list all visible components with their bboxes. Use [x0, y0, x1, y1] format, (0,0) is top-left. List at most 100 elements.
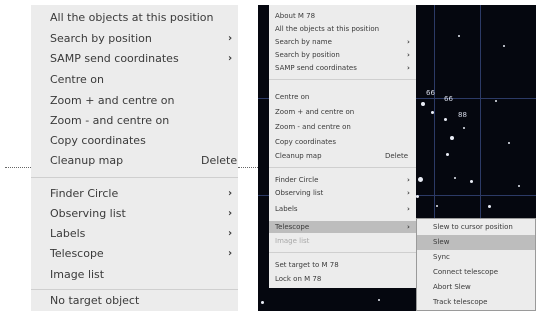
menu-separator: [31, 289, 238, 290]
menu-item-search-by-name[interactable]: Search by name ›: [269, 36, 416, 48]
menu-item-label: SAMP send coordinates: [275, 64, 357, 72]
menu-item-label: Connect telescope: [433, 268, 498, 276]
submenu-arrow-icon: ›: [407, 176, 410, 184]
menu-item-label: Search by position: [275, 51, 340, 59]
star: [431, 111, 434, 114]
submenu-arrow-icon: ›: [407, 189, 410, 197]
menu-item-search-by-position[interactable]: Search by position ›: [31, 29, 238, 49]
menu-item-label: SAMP send coordinates: [50, 52, 179, 65]
star: [446, 153, 449, 156]
submenu-arrow-icon: ›: [228, 248, 233, 259]
menu-item-label: Centre on: [50, 73, 104, 86]
menu-item-no-target[interactable]: No target object: [31, 291, 238, 311]
menu-item-label: All the objects at this position: [275, 25, 380, 33]
menu-item-samp-send[interactable]: SAMP send coordinates ›: [269, 62, 416, 74]
sky-object-label: 66: [444, 95, 453, 103]
menu-item-slew[interactable]: Slew: [417, 235, 535, 250]
menu-item-cleanup-map[interactable]: Cleanup map Delete: [269, 150, 416, 162]
menu-item-zoom-in-centre[interactable]: Zoom + and centre on: [31, 91, 238, 111]
menu-item-zoom-in-centre[interactable]: Zoom + and centre on: [269, 106, 416, 118]
menu-item-slew-to-cursor[interactable]: Slew to cursor position: [417, 220, 535, 235]
menu-item-telescope[interactable]: Telescope ›: [269, 221, 416, 233]
menu-item-zoom-out-centre[interactable]: Zoom - and centre on: [269, 121, 416, 133]
star: [508, 142, 510, 144]
star: [463, 127, 465, 129]
menu-item-observing-list[interactable]: Observing list ›: [31, 204, 238, 224]
menu-item-label: Search by name: [275, 38, 332, 46]
menu-item-labels[interactable]: Labels ›: [269, 203, 416, 215]
menu-separator: [31, 177, 238, 178]
context-menu-sky: About M 78 All the objects at this posit…: [269, 5, 416, 288]
menu-item-label: Labels: [275, 205, 298, 213]
menu-item-label: Slew to cursor position: [433, 223, 513, 231]
menu-item-label: Cleanup map: [50, 154, 124, 167]
star: [436, 205, 438, 207]
menu-item-label: Copy coordinates: [50, 134, 146, 147]
star: [450, 136, 454, 140]
menu-item-label: Sync: [433, 253, 450, 261]
menu-item-label: Track telescope: [433, 298, 488, 306]
menu-item-label: Zoom + and centre on: [275, 108, 355, 116]
shortcut-label: Delete: [201, 154, 238, 167]
menu-item-connect-telescope[interactable]: Connect telescope: [417, 265, 535, 280]
submenu-arrow-icon: ›: [228, 53, 233, 64]
menu-item-samp-send[interactable]: SAMP send coordinates ›: [31, 49, 238, 69]
menu-item-label: No target object: [50, 294, 140, 307]
menu-item-label: All the objects at this position: [50, 11, 214, 24]
menu-item-label: Abort Slew: [433, 283, 471, 291]
menu-item-label: Image list: [275, 237, 310, 245]
dotted-connector: [238, 167, 258, 168]
menu-item-centre-on[interactable]: Centre on: [31, 70, 238, 90]
menu-item-label: Finder Circle: [275, 176, 319, 184]
submenu-arrow-icon: ›: [407, 223, 410, 231]
menu-separator: [269, 167, 416, 168]
shortcut-label: Delete: [385, 152, 408, 160]
menu-item-finder-circle[interactable]: Finder Circle ›: [31, 184, 238, 204]
menu-item-finder-circle[interactable]: Finder Circle ›: [269, 174, 416, 186]
menu-item-label: Observing list: [275, 189, 324, 197]
star: [418, 177, 423, 182]
menu-item-sync[interactable]: Sync: [417, 250, 535, 265]
dotted-connector: [5, 167, 31, 168]
menu-item-observing-list[interactable]: Observing list ›: [269, 187, 416, 199]
menu-separator: [269, 79, 416, 80]
menu-item-centre-on[interactable]: Centre on: [269, 91, 416, 103]
menu-item-label: Finder Circle: [50, 187, 119, 200]
menu-item-telescope[interactable]: Telescope ›: [31, 244, 238, 264]
menu-item-label: About M 78: [275, 12, 316, 20]
star: [488, 205, 491, 208]
context-menu-left: All the objects at this position Search …: [31, 5, 238, 311]
menu-item-track-telescope[interactable]: Track telescope: [417, 295, 535, 310]
sky-object-label: 66: [426, 89, 435, 97]
menu-item-label: Zoom - and centre on: [50, 114, 170, 127]
menu-item-zoom-out-centre[interactable]: Zoom - and centre on: [31, 111, 238, 131]
menu-item-label: Lock on M 78: [275, 275, 322, 283]
menu-item-copy-coordinates[interactable]: Copy coordinates: [31, 131, 238, 151]
menu-item-all-objects[interactable]: All the objects at this position: [31, 8, 238, 28]
menu-item-all-objects[interactable]: All the objects at this position: [269, 23, 416, 35]
menu-item-labels[interactable]: Labels ›: [31, 224, 238, 244]
submenu-arrow-icon: ›: [407, 38, 410, 46]
menu-item-label: Telescope: [275, 223, 310, 231]
menu-item-label: Search by position: [50, 32, 152, 45]
menu-item-abort-slew[interactable]: Abort Slew: [417, 280, 535, 295]
menu-item-label: Copy coordinates: [275, 138, 336, 146]
menu-item-label: Centre on: [275, 93, 310, 101]
menu-item-copy-coordinates[interactable]: Copy coordinates: [269, 136, 416, 148]
menu-item-label: Set target to M 78: [275, 261, 339, 269]
submenu-arrow-icon: ›: [228, 208, 233, 219]
menu-item-image-list[interactable]: Image list: [31, 265, 238, 285]
telescope-submenu: Slew to cursor position Slew Sync Connec…: [416, 218, 536, 311]
menu-item-cleanup-map[interactable]: Cleanup map Delete: [31, 151, 238, 171]
menu-item-label: Labels: [50, 227, 86, 240]
menu-item-label: Slew: [433, 238, 450, 246]
star: [416, 195, 419, 198]
menu-item-search-by-position[interactable]: Search by position ›: [269, 49, 416, 61]
menu-item-set-target[interactable]: Set target to M 78: [269, 259, 416, 271]
menu-item-image-list: Image list: [269, 235, 416, 247]
menu-item-label: Cleanup map: [275, 152, 322, 160]
menu-item-about[interactable]: About M 78: [269, 10, 416, 22]
menu-item-label: Observing list: [50, 207, 126, 220]
star: [518, 185, 520, 187]
menu-item-lock-on[interactable]: Lock on M 78: [269, 273, 416, 285]
